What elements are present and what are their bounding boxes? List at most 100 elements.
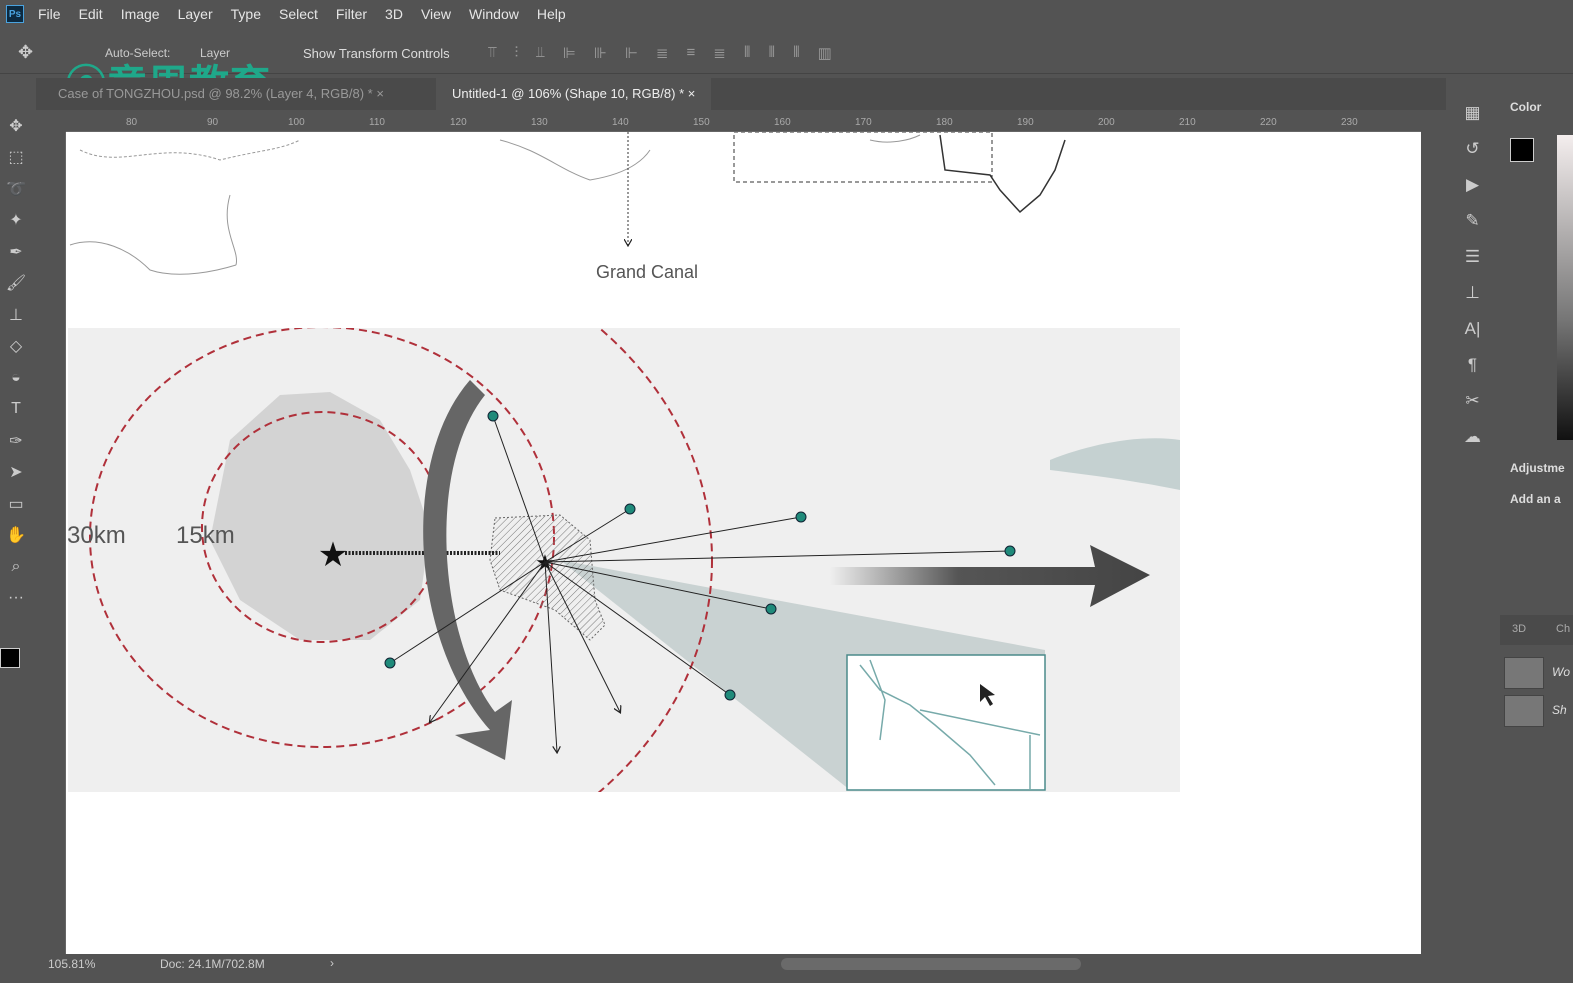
marquee-icon[interactable]: ⬚ [0, 142, 32, 174]
close-icon[interactable]: × [376, 86, 384, 101]
status-menu-arrow-icon[interactable]: › [330, 956, 334, 970]
options-bar: ✥ Auto-Select: Layer Show Transform Cont… [0, 30, 1573, 107]
menu-view[interactable]: View [421, 6, 451, 22]
ruler-vertical [36, 132, 66, 954]
align-top-icon[interactable]: ⫪ [488, 44, 496, 62]
menu-layer[interactable]: Layer [178, 6, 213, 22]
menu-3d[interactable]: 3D [385, 6, 403, 22]
align-hcenter-icon[interactable]: ⊪ [594, 44, 607, 62]
move-icon[interactable]: ✥ [0, 110, 32, 142]
align-left-icon[interactable]: ⊫ [563, 44, 576, 62]
tools-panel: ✥ ⬚ ➰ ✦ ✒ 🖌 ⊥ ◇ ◒ T ✑ ➤ ▭ ✋ ⌕ ··· [0, 110, 32, 770]
node-dot [624, 503, 636, 515]
foreground-color-swatch[interactable] [1510, 138, 1534, 162]
zoom-level[interactable]: 105.81% [48, 957, 95, 971]
menu-type[interactable]: Type [231, 6, 261, 22]
distribute-hcenter-icon[interactable]: ⦀ [768, 44, 775, 62]
brush-icon[interactable]: 🖌 [0, 268, 32, 300]
auto-align-icon[interactable]: ▥ [818, 44, 832, 62]
distribute-bottom-icon[interactable]: ≣ [713, 44, 726, 62]
node-dot [487, 410, 499, 422]
menu-help[interactable]: Help [537, 6, 566, 22]
hand-icon[interactable]: ✋ [0, 520, 32, 552]
ruler-horizontal: 80 90 100 110 120 130 140 150 160 170 180 190 200 210… [66, 115, 1421, 132]
distribute-right-icon[interactable]: ⦀ [793, 44, 800, 62]
distribute-top-icon[interactable]: ≣ [656, 44, 669, 62]
node-dot [765, 603, 777, 615]
tab-3d[interactable]: 3D [1512, 623, 1526, 635]
brush-presets-icon[interactable]: ☰ [1450, 239, 1495, 275]
color-panel-title[interactable]: Color [1510, 100, 1541, 114]
layer-name[interactable]: Sh [1552, 703, 1567, 717]
stamp-icon[interactable]: ⊥ [0, 299, 32, 331]
lasso-icon[interactable]: ➰ [0, 173, 32, 205]
more-icon[interactable]: ··· [0, 583, 32, 615]
tab-channels[interactable]: Ch [1556, 623, 1570, 635]
brush-settings-icon[interactable]: ✎ [1450, 203, 1495, 239]
menu-file[interactable]: File [38, 6, 61, 22]
label-grand-canal: Grand Canal [596, 262, 698, 282]
pen-icon[interactable]: ✑ [0, 425, 32, 457]
libraries-icon[interactable]: ▦ [1450, 95, 1495, 131]
align-buttons: ⫪ ⫶ ⫫ ⊫ ⊪ ⊩ ≣ ≡ ≣ ⦀ ⦀ ⦀ ▥ [488, 44, 832, 62]
paragraph-icon[interactable]: ¶ [1450, 347, 1495, 383]
beijing-star-icon: ★ [318, 536, 348, 574]
label-30km: 30km [67, 522, 126, 549]
ruler-tick-label: 180 [936, 117, 953, 128]
eyedropper-icon[interactable]: ✒ [0, 236, 32, 268]
node-dot [384, 657, 396, 669]
menu-edit[interactable]: Edit [79, 6, 103, 22]
type-icon[interactable]: T [0, 394, 32, 426]
dashed-frame [733, 131, 993, 183]
rectangle-icon[interactable]: ▭ [0, 488, 32, 520]
ruler-tick-label: 150 [693, 117, 710, 128]
menu-select[interactable]: Select [279, 6, 318, 22]
tab-untitled-1[interactable]: Untitled-1 @ 106% (Shape 10, RGB/8) * × [436, 78, 712, 110]
zoom-icon[interactable]: ⌕ [0, 551, 32, 583]
character-icon[interactable]: A| [1450, 311, 1495, 347]
menu-window[interactable]: Window [469, 6, 519, 22]
show-transform-controls-checkbox[interactable]: Show Transform Controls [303, 46, 450, 61]
adjustments-hint: Add an a [1510, 492, 1561, 506]
align-bottom-icon[interactable]: ⫫ [536, 44, 544, 62]
adjustments-panel-title[interactable]: Adjustme [1510, 461, 1565, 475]
document-canvas[interactable]: Grand Canal ★ ★ 30km 15km [66, 131, 1421, 954]
distribute-center-icon[interactable]: ≡ [687, 44, 696, 62]
creative-cloud-icon[interactable]: ☁ [1450, 419, 1495, 455]
menu-filter[interactable]: Filter [336, 6, 367, 22]
horizontal-scrollbar[interactable] [781, 958, 1081, 970]
ruler-tick-label: 140 [612, 117, 629, 128]
menu-image[interactable]: Image [121, 6, 160, 22]
layer-name[interactable]: Wo [1552, 665, 1570, 679]
bucket-icon[interactable]: ◒ [0, 362, 32, 394]
align-right-icon[interactable]: ⊩ [625, 44, 638, 62]
ruler-tick-label: 120 [450, 117, 467, 128]
align-vcenter-icon[interactable]: ⫶ [514, 44, 518, 62]
clone-source-icon[interactable]: ⊥ [1450, 275, 1495, 311]
actions-play-icon[interactable]: ▶ [1450, 167, 1495, 203]
ruler-tick-label: 90 [207, 117, 219, 128]
ruler-tick-label: 190 [1017, 117, 1034, 128]
foreground-color-swatch[interactable] [0, 648, 20, 668]
path-select-icon[interactable]: ➤ [0, 457, 32, 489]
history-icon[interactable]: ↺ [1450, 131, 1495, 167]
ruler-tick-label: 160 [774, 117, 791, 128]
distribute-left-icon[interactable]: ⦀ [744, 44, 751, 62]
tab-case-of-tongzhou[interactable]: Case of TONGZHOU.psd @ 98.2% (Layer 4, R… [42, 78, 400, 110]
ruler-tick-label: 170 [855, 117, 872, 128]
tool-presets-icon[interactable]: ✂ [1450, 383, 1495, 419]
color-spectrum[interactable] [1557, 135, 1573, 440]
move-tool-icon[interactable]: ✥ [18, 42, 33, 63]
node-dot [724, 689, 736, 701]
close-icon[interactable]: × [688, 86, 696, 101]
eraser-icon[interactable]: ◇ [0, 331, 32, 363]
node-dot [1004, 545, 1016, 557]
ruler-tick-label: 110 [369, 117, 385, 128]
node-dot [795, 511, 807, 523]
inset-map [846, 654, 1046, 791]
layer-thumbnail[interactable] [1504, 657, 1544, 689]
magic-wand-icon[interactable]: ✦ [0, 205, 32, 237]
photoshop-logo: Ps [6, 5, 24, 23]
right-panel: Color Adjustme Add an a 3D Ch Wo Sh [1500, 95, 1573, 955]
layer-thumbnail[interactable] [1504, 695, 1544, 727]
